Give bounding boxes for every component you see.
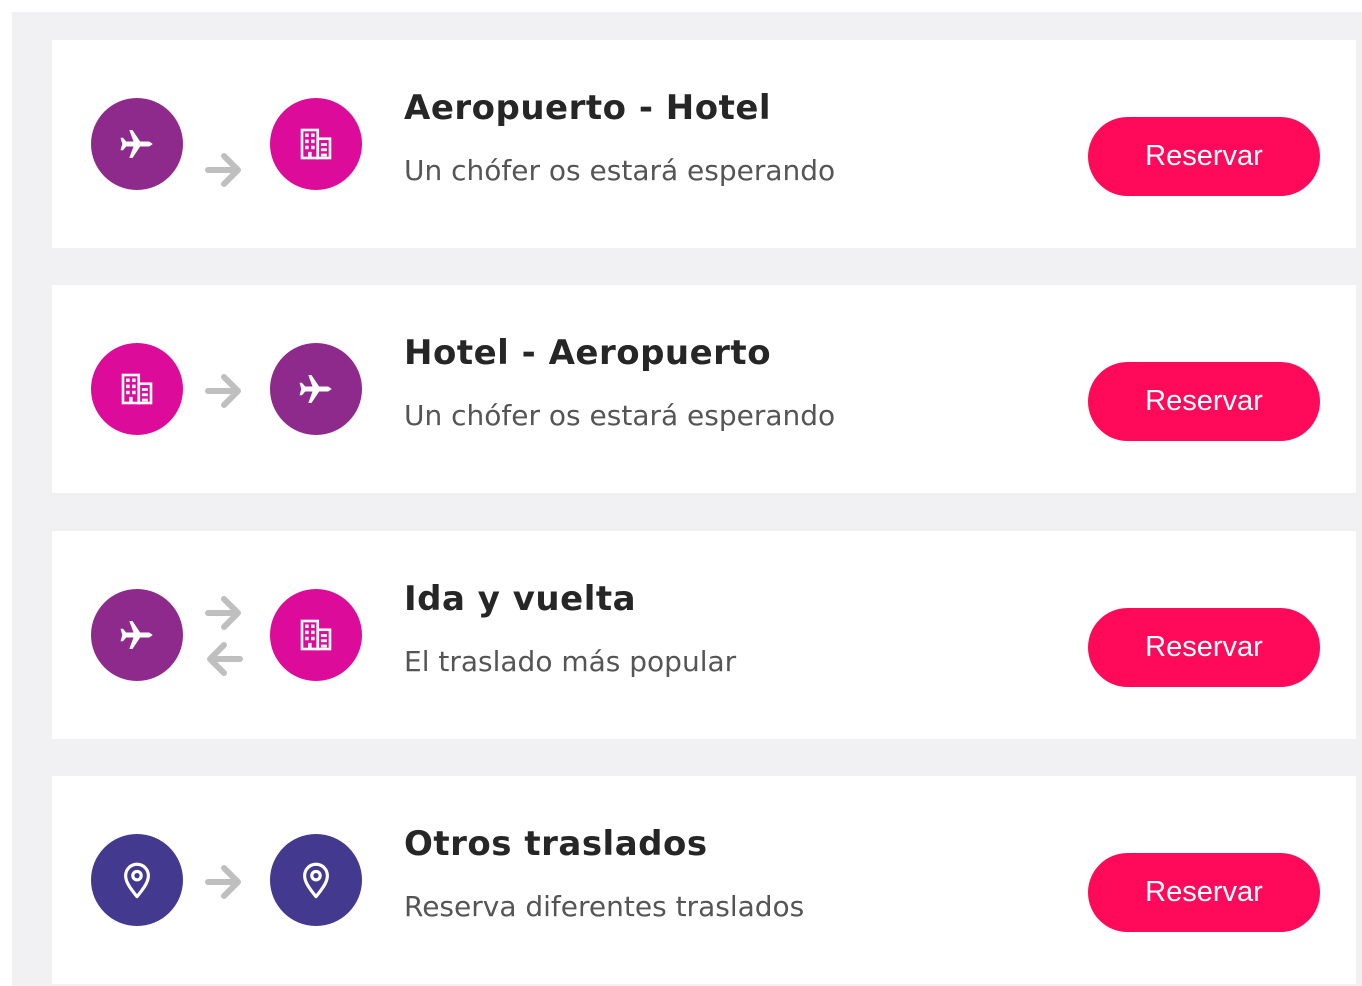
arrow-right-icon (202, 862, 246, 902)
card-title: Hotel - Aeropuerto (404, 333, 772, 373)
location-pin-icon (270, 834, 362, 926)
card-subtitle: Reserva diferentes traslados (404, 890, 805, 923)
location-pin-icon (91, 834, 183, 926)
transfer-card-round-trip: Ida y vuelta El traslado más popular Res… (52, 531, 1356, 739)
reserve-button[interactable]: Reservar (1088, 608, 1320, 687)
arrow-right-icon (202, 150, 246, 190)
arrow-left-icon (202, 639, 246, 679)
plane-icon (270, 343, 362, 435)
reserve-button[interactable]: Reservar (1088, 117, 1320, 196)
hotel-icon (270, 98, 362, 190)
hotel-icon (91, 343, 183, 435)
plane-icon (91, 98, 183, 190)
transfer-options-panel: Aeropuerto - Hotel Un chófer os estará e… (12, 12, 1362, 986)
card-subtitle: Un chófer os estará esperando (404, 154, 836, 187)
transfer-card-other: Otros traslados Reserva diferentes trasl… (52, 776, 1356, 984)
card-title: Aeropuerto - Hotel (404, 88, 772, 128)
card-title: Ida y vuelta (404, 579, 637, 619)
card-title: Otros traslados (404, 824, 708, 864)
card-subtitle: El traslado más popular (404, 645, 737, 678)
reserve-button[interactable]: Reservar (1088, 362, 1320, 441)
transfer-card-hotel-airport: Hotel - Aeropuerto Un chófer os estará e… (52, 285, 1356, 493)
arrow-right-icon (202, 593, 246, 633)
plane-icon (91, 589, 183, 681)
transfer-card-airport-hotel: Aeropuerto - Hotel Un chófer os estará e… (52, 40, 1356, 248)
reserve-button[interactable]: Reservar (1088, 853, 1320, 932)
hotel-icon (270, 589, 362, 681)
arrow-right-icon (202, 371, 246, 411)
card-subtitle: Un chófer os estará esperando (404, 399, 836, 432)
